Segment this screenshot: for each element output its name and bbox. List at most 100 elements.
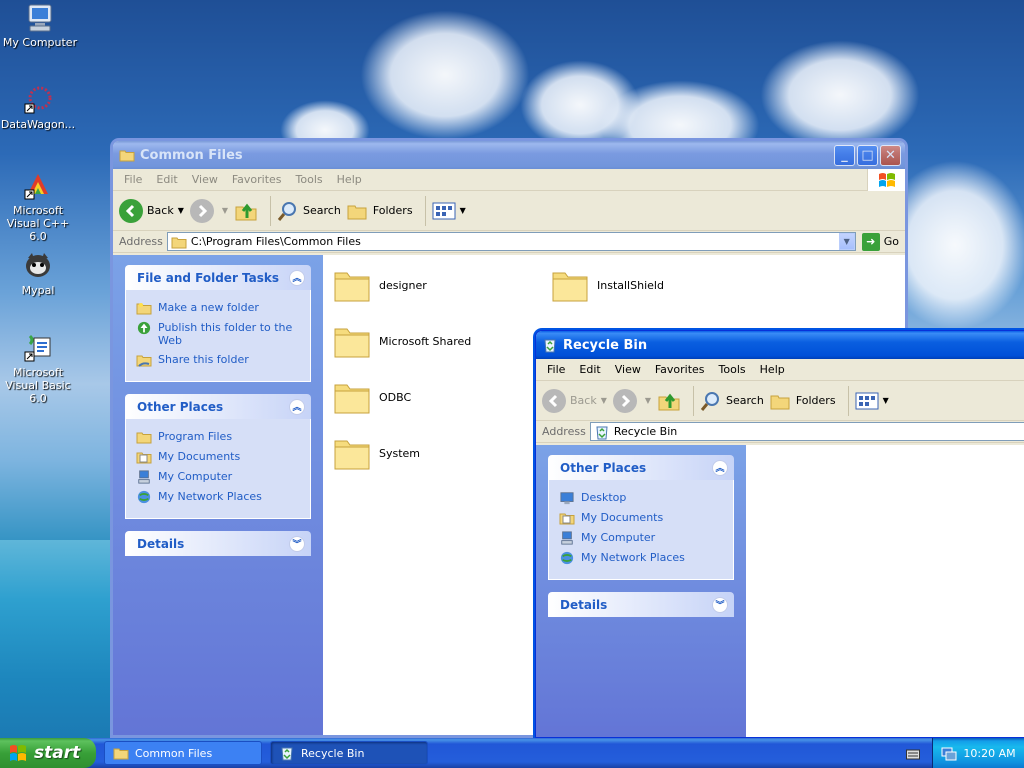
- up-folder-button[interactable]: [234, 199, 258, 223]
- toolbar-separator: [270, 195, 272, 226]
- folders-icon: [347, 205, 367, 219]
- expand-chevron-icon[interactable]: ︾: [712, 596, 728, 613]
- window-title: Common Files: [140, 147, 243, 163]
- forward-button[interactable]: ▼: [612, 388, 651, 413]
- place-my-network-places[interactable]: My Network Places: [559, 551, 723, 565]
- folder-item[interactable]: InstallShield: [551, 267, 664, 303]
- desktop-icon: [560, 492, 574, 505]
- panel-header[interactable]: Other Places ︽: [125, 394, 311, 419]
- toolbar: Back ▼ ▼ Search Folders ▼: [113, 191, 905, 231]
- address-label: Address: [119, 235, 163, 248]
- keyboard-icon[interactable]: [906, 748, 920, 760]
- folder-icon: [552, 272, 588, 302]
- go-button[interactable]: ➜ Go: [861, 232, 899, 251]
- folder-icon: [334, 272, 370, 302]
- address-dropdown-button[interactable]: ▼: [838, 233, 855, 250]
- back-label: Back: [570, 394, 597, 407]
- place-my-computer[interactable]: My Computer: [136, 470, 300, 484]
- menu-edit[interactable]: Edit: [572, 363, 607, 376]
- folder-icon: [171, 237, 187, 248]
- collapse-chevron-icon[interactable]: ︽: [712, 459, 728, 476]
- address-input[interactable]: C:\Program Files\Common Files ▼: [166, 232, 856, 251]
- menu-help[interactable]: Help: [753, 363, 792, 376]
- back-arrow-icon: [119, 198, 143, 223]
- menu-view[interactable]: View: [608, 363, 648, 376]
- minimize-button[interactable]: _: [834, 144, 855, 166]
- menu-help[interactable]: Help: [330, 173, 369, 186]
- up-folder-button[interactable]: [657, 389, 681, 413]
- forward-arrow-icon: [612, 388, 637, 413]
- go-arrow-icon: ➜: [861, 232, 880, 251]
- visual-cpp-icon: [24, 174, 48, 200]
- taskbar-item-common-files[interactable]: Common Files: [104, 741, 262, 765]
- folder-icon: [119, 150, 135, 162]
- forward-arrow-icon: [189, 198, 214, 223]
- menu-file[interactable]: File: [540, 363, 572, 376]
- place-my-documents[interactable]: My Documents: [559, 511, 723, 525]
- close-button[interactable]: ✕: [880, 144, 901, 166]
- collapse-chevron-icon[interactable]: ︽: [289, 269, 305, 286]
- back-button[interactable]: Back ▼: [119, 198, 184, 223]
- panel-title: File and Folder Tasks: [137, 270, 280, 285]
- menu-favorites[interactable]: Favorites: [648, 363, 712, 376]
- menu-file[interactable]: File: [117, 173, 149, 186]
- folder-icon: [334, 440, 370, 470]
- folder-item[interactable]: Microsoft Shared: [333, 323, 471, 359]
- other-places-panel: Other Places ︽ Desktop My Documents My C…: [548, 455, 734, 580]
- network-tray-icon[interactable]: [941, 745, 957, 761]
- panel-header[interactable]: File and Folder Tasks ︽: [125, 265, 311, 290]
- menu-favorites[interactable]: Favorites: [225, 173, 289, 186]
- place-my-network-places[interactable]: My Network Places: [136, 490, 300, 504]
- desktop-icon-my-computer[interactable]: My Computer: [0, 2, 80, 49]
- panel-header[interactable]: Details ︾: [548, 592, 734, 617]
- my-documents-icon: [136, 452, 152, 464]
- folder-icon: [334, 328, 370, 358]
- desktop-icon-mypal[interactable]: Mypal: [0, 250, 78, 297]
- menu-tools[interactable]: Tools: [289, 173, 330, 186]
- search-icon: [277, 201, 297, 221]
- cloud: [360, 10, 530, 140]
- folder-item[interactable]: designer: [333, 267, 427, 303]
- folders-button[interactable]: Folders: [770, 391, 836, 411]
- panel-header[interactable]: Other Places ︽: [548, 455, 734, 480]
- desktop-icon-visual-cpp[interactable]: Microsoft Visual C++ 6.0: [0, 170, 78, 243]
- file-list: [746, 445, 1024, 737]
- folder-item[interactable]: System: [333, 435, 420, 471]
- search-button[interactable]: Search: [277, 200, 341, 222]
- place-program-files[interactable]: Program Files: [136, 430, 300, 444]
- menu-tools[interactable]: Tools: [712, 363, 753, 376]
- views-button[interactable]: ▼: [855, 392, 889, 410]
- menu-view[interactable]: View: [185, 173, 225, 186]
- task-make-new-folder[interactable]: Make a new folder: [136, 301, 300, 315]
- search-button[interactable]: Search: [700, 390, 764, 412]
- expand-chevron-icon[interactable]: ︾: [289, 535, 305, 552]
- recycle-bin-window[interactable]: Recycle Bin File Edit View Favorites Too…: [535, 330, 1024, 738]
- my-computer-icon: [561, 531, 573, 545]
- views-button[interactable]: ▼: [432, 202, 466, 220]
- maximize-button[interactable]: □: [857, 144, 878, 166]
- collapse-chevron-icon[interactable]: ︽: [289, 398, 305, 415]
- place-my-computer[interactable]: My Computer: [559, 531, 723, 545]
- address-input[interactable]: Recycle Bin: [589, 422, 1024, 441]
- title-bar[interactable]: Common Files _ □ ✕: [113, 141, 905, 169]
- clock[interactable]: 10:20 AM: [963, 747, 1015, 760]
- folders-button[interactable]: Folders: [347, 201, 413, 221]
- desktop-icon-visual-basic[interactable]: Microsoft Visual Basic 6.0: [0, 332, 78, 405]
- back-arrow-icon: [542, 388, 566, 413]
- panel-header[interactable]: Details ︾: [125, 531, 311, 556]
- back-button[interactable]: Back ▼: [542, 388, 607, 413]
- place-desktop[interactable]: Desktop: [559, 491, 723, 505]
- title-bar[interactable]: Recycle Bin: [536, 331, 1024, 359]
- forward-button[interactable]: ▼: [189, 198, 228, 223]
- start-button[interactable]: start: [0, 738, 96, 768]
- task-publish-folder[interactable]: Publish this folder to the Web: [136, 321, 300, 347]
- desktop-icon-datawagon[interactable]: DataWagon...: [0, 84, 78, 131]
- menu-edit[interactable]: Edit: [149, 173, 184, 186]
- details-panel: Details ︾: [125, 531, 311, 556]
- folder-icon: [113, 748, 129, 760]
- place-my-documents[interactable]: My Documents: [136, 450, 300, 464]
- window-title: Recycle Bin: [563, 337, 648, 353]
- taskbar-item-recycle-bin[interactable]: Recycle Bin: [270, 741, 428, 765]
- folder-item[interactable]: ODBC: [333, 379, 411, 415]
- task-share-folder[interactable]: Share this folder: [136, 353, 300, 367]
